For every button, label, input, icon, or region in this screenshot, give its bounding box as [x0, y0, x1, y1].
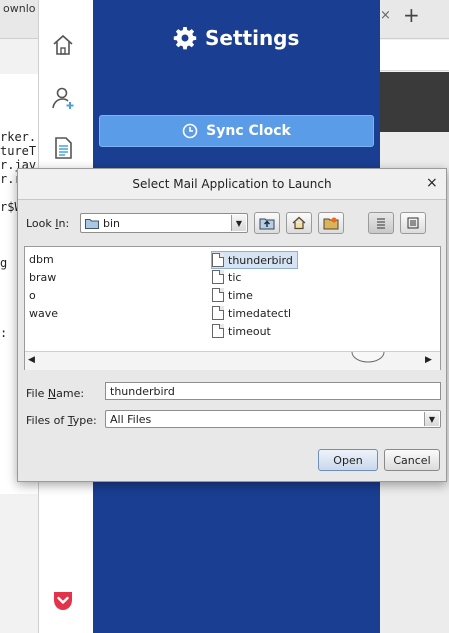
browser-dark-band	[380, 72, 449, 132]
gear-icon	[173, 27, 197, 50]
up-one-level-button[interactable]	[254, 212, 280, 234]
add-user-icon[interactable]	[51, 86, 75, 110]
scrollbar-thumb[interactable]	[351, 352, 385, 370]
details-view-icon	[407, 217, 419, 229]
list-view-button[interactable]	[368, 212, 394, 234]
details-view-button[interactable]	[400, 212, 426, 234]
home-icon	[292, 216, 306, 230]
file-icon	[212, 324, 224, 338]
settings-header: Settings	[173, 26, 299, 50]
browser-url-bar[interactable]	[380, 40, 449, 71]
look-in-value: bin	[103, 216, 121, 230]
file-icon	[212, 288, 224, 302]
sync-clock-button[interactable]: Sync Clock	[99, 115, 374, 147]
folder-up-icon	[259, 218, 275, 230]
look-in-dropdown[interactable]: bin ▼	[80, 213, 248, 233]
open-button[interactable]: Open	[318, 449, 378, 471]
horizontal-scrollbar[interactable]: ◀ ▶	[25, 351, 440, 370]
list-item[interactable]: timeout	[212, 323, 271, 339]
list-view-icon	[377, 218, 385, 229]
file-icon	[212, 253, 224, 267]
chevron-down-icon[interactable]: ▼	[231, 215, 246, 231]
cancel-button[interactable]: Cancel	[384, 449, 440, 471]
file-icon	[212, 270, 224, 284]
list-item[interactable]: braw	[29, 269, 56, 285]
home-icon[interactable]	[51, 33, 75, 57]
dialog-title: Select Mail Application to Launch	[132, 177, 332, 191]
file-icon	[212, 306, 224, 320]
pocket-icon[interactable]	[51, 588, 75, 612]
files-of-type-label: Files of Type:	[26, 414, 97, 427]
file-chooser-dialog: Select Mail Application to Launch × Look…	[17, 168, 447, 482]
files-of-type-dropdown[interactable]: All Files ▼	[105, 410, 441, 428]
list-item[interactable]: dbm	[29, 251, 54, 267]
settings-title: Settings	[205, 26, 300, 50]
file-list[interactable]: dbm braw o wave thunderbird tic time tim…	[24, 246, 441, 370]
files-of-type-value: All Files	[110, 412, 152, 426]
list-item[interactable]: tic	[212, 269, 241, 285]
new-folder-button[interactable]	[318, 212, 344, 234]
file-name-value: thunderbird	[110, 384, 175, 398]
tab-close-icon[interactable]: ×	[380, 8, 391, 23]
list-item[interactable]: timedatectl	[212, 305, 291, 321]
folder-icon	[85, 218, 99, 229]
look-in-label: Look In:	[26, 217, 70, 230]
home-folder-button[interactable]	[286, 212, 312, 234]
chevron-down-icon[interactable]: ▼	[424, 412, 439, 426]
list-item[interactable]: o	[29, 287, 36, 303]
scroll-right-icon[interactable]: ▶	[425, 355, 432, 365]
clock-icon	[182, 123, 198, 139]
list-item[interactable]: time	[212, 287, 253, 303]
dialog-titlebar: Select Mail Application to Launch ×	[18, 169, 446, 200]
list-item[interactable]: wave	[29, 305, 58, 321]
document-icon[interactable]	[51, 136, 75, 160]
sync-clock-label: Sync Clock	[206, 123, 291, 139]
new-tab-button[interactable]: +	[403, 3, 420, 27]
list-item-selected[interactable]: thunderbird	[211, 251, 298, 269]
file-name-label: File Name:	[26, 387, 85, 400]
close-icon[interactable]: ×	[426, 175, 438, 191]
browser-tab-title[interactable]: ownlo	[3, 2, 35, 15]
new-folder-icon	[323, 217, 339, 230]
scroll-left-icon[interactable]: ◀	[28, 355, 35, 365]
file-name-input[interactable]: thunderbird	[105, 382, 441, 400]
